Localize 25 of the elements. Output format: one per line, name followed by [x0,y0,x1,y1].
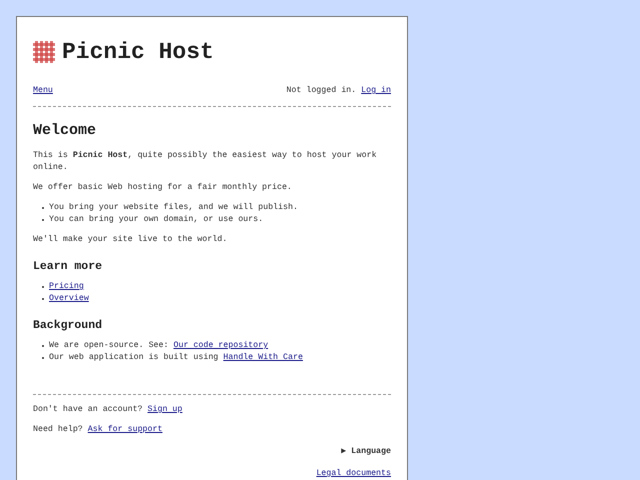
footer-line: Need help? Ask for support [33,424,164,436]
paragraph: This is Picnic Host, quite possibly the easiest way to host your work online. [33,150,378,174]
legal-link[interactable]: Legal documents [316,468,391,480]
text-link[interactable]: Sign up [148,405,182,414]
checkered-logo-icon [33,41,55,63]
section-heading: Welcome [33,123,98,139]
paragraph: We'll make your site live to the world. [33,234,228,246]
bullet-text: You bring your website files, and we will publish. [49,202,298,214]
bullet-text: We are open-source. See: Our code repository [49,340,268,352]
text-link[interactable]: Handle With Care [223,353,303,362]
page-link[interactable]: Pricing [49,281,84,293]
bullet-text: You can bring your own domain, or use ours. [49,214,264,226]
text-link[interactable]: Ask for support [88,425,162,434]
language-toggle[interactable]: ▶ Language [341,446,391,458]
paragraph: We offer basic Web hosting for a fair monthly price. [33,182,293,194]
site-title: Picnic Host [62,39,214,65]
page-link[interactable]: Overview [49,293,89,305]
login-status: Not logged in. [286,86,356,95]
login-link[interactable]: Log in [361,86,391,95]
footer-line: Don't have an account? Sign up [33,404,184,416]
section-heading: Background [33,319,104,333]
text-link[interactable]: Our code repository [173,341,268,350]
bullet-text: Our web application is built using Handle With Care [49,352,303,364]
menu-link[interactable]: Menu [33,85,53,97]
section-heading: Learn more [33,260,104,274]
